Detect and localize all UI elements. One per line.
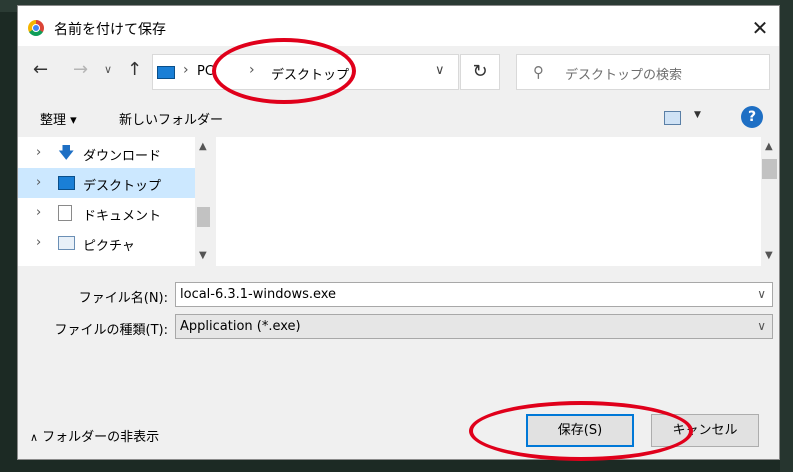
expand-chevron-icon[interactable]: ›: [36, 175, 41, 190]
scroll-down-icon[interactable]: ▼: [765, 250, 773, 261]
search-box[interactable]: ⚲ デスクトップの検索: [516, 54, 770, 90]
scrollbar-thumb[interactable]: [197, 207, 210, 227]
tree-item-label: デスクトップ: [83, 179, 162, 194]
tree-item-partial: [18, 261, 195, 266]
organize-menu[interactable]: 整理 ▾: [40, 109, 77, 128]
tree-item-desktop[interactable]: › デスクトップ: [18, 168, 195, 198]
tree-item-label: ドキュメント: [83, 209, 162, 224]
scroll-up-icon[interactable]: ▲: [765, 141, 773, 152]
expand-chevron-icon[interactable]: ›: [36, 235, 41, 250]
up-arrow-icon[interactable]: ↑: [127, 59, 142, 80]
hide-folders-toggle[interactable]: ∧ フォルダーの非表示: [30, 426, 159, 445]
filetype-value: Application (*.exe): [180, 319, 301, 334]
pictures-icon: [58, 236, 75, 250]
refresh-icon[interactable]: ↻: [460, 54, 500, 90]
search-icon: ⚲: [533, 63, 544, 81]
save-as-dialog: 名前を付けて保存 ✕ ← → ∨ ↑ › PC › デスクトップ ∨ ↻ ⚲ デ…: [17, 5, 780, 461]
title-bar: 名前を付けて保存 ✕: [18, 6, 779, 46]
chevron-down-icon[interactable]: ∨: [757, 287, 766, 301]
expand-chevron-icon[interactable]: ›: [36, 205, 41, 220]
filetype-label: ファイルの種類(T):: [54, 323, 168, 338]
scrollbar-thumb[interactable]: [762, 159, 777, 179]
chrome-icon: [28, 20, 44, 36]
tree-item-downloads[interactable]: › 🡇 ダウンロード: [18, 138, 195, 168]
chevron-down-icon[interactable]: ∨: [435, 63, 445, 78]
search-placeholder: デスクトップの検索: [565, 68, 683, 83]
view-dropdown-icon[interactable]: ▼: [694, 110, 701, 120]
scroll-down-icon[interactable]: ▼: [199, 250, 207, 261]
filetype-select[interactable]: Application (*.exe) ∨: [175, 314, 773, 339]
annotation-circle: [469, 401, 693, 461]
scroll-up-icon[interactable]: ▲: [199, 141, 207, 152]
filename-label: ファイル名(N):: [78, 291, 168, 306]
file-list-scrollbar[interactable]: ▲ ▼: [761, 137, 778, 266]
file-list[interactable]: [216, 137, 761, 266]
pc-icon: [157, 66, 175, 79]
chevron-up-icon: ∧: [30, 431, 39, 444]
breadcrumb-separator-icon: ›: [183, 62, 189, 78]
help-icon[interactable]: ?: [741, 106, 763, 128]
tree-item-label: ピクチャ: [83, 239, 135, 254]
download-icon: 🡇: [58, 143, 75, 162]
navigation-scrollbar[interactable]: ▲ ▼: [195, 137, 212, 266]
documents-icon: [58, 205, 72, 221]
expand-chevron-icon[interactable]: ›: [36, 145, 41, 160]
close-icon[interactable]: ✕: [744, 14, 776, 42]
back-arrow-icon[interactable]: ←: [33, 59, 48, 80]
dialog-title: 名前を付けて保存: [54, 22, 166, 38]
tree-item-documents[interactable]: › ドキュメント: [18, 198, 195, 228]
new-folder-button[interactable]: 新しいフォルダー: [119, 109, 223, 128]
hide-folders-label: フォルダーの非表示: [42, 430, 160, 445]
background-right: [780, 0, 793, 472]
tree-item-pictures[interactable]: › ピクチャ: [18, 228, 195, 258]
view-options-icon[interactable]: [664, 111, 681, 125]
annotation-circle: [212, 38, 356, 104]
filename-field[interactable]: local-6.3.1-windows.exe ∨: [175, 282, 773, 307]
navigation-pane: › 🡇 ダウンロード › デスクトップ › ドキュメント › ピクチャ: [18, 137, 195, 266]
recent-locations-chevron-icon[interactable]: ∨: [104, 63, 112, 76]
chevron-down-icon[interactable]: ∨: [757, 319, 766, 333]
tree-item-label: ダウンロード: [83, 149, 162, 164]
desktop-icon: [58, 176, 75, 190]
filename-value: local-6.3.1-windows.exe: [180, 287, 337, 302]
forward-arrow-icon[interactable]: →: [73, 59, 88, 80]
